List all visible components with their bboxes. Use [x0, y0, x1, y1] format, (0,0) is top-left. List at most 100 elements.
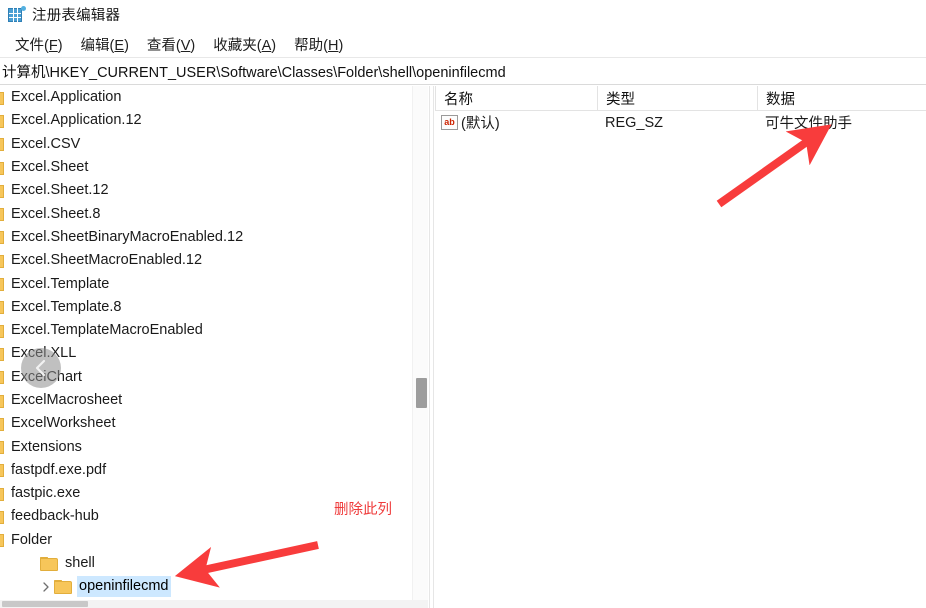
menu-item-edit[interactable]: 编辑(E)	[72, 32, 138, 57]
column-header-data[interactable]: 数据	[757, 86, 926, 110]
folder-icon	[0, 533, 4, 548]
address-path: 计算机\HKEY_CURRENT_USER\Software\Classes\F…	[2, 64, 506, 81]
values-list-header: 名称 类型 数据	[435, 86, 926, 111]
tree-item-label: Excel.SheetBinaryMacroEnabled.12	[11, 228, 244, 245]
folder-icon	[0, 324, 4, 338]
tree-item-label: ExcelWorksheet	[11, 415, 116, 432]
tree-item-label: openinfilecmd	[77, 576, 172, 598]
tree-horizontal-scrollbar-thumb[interactable]	[2, 601, 88, 607]
folder-icon	[0, 510, 4, 524]
folder-icon	[0, 440, 4, 455]
tree-item-label: Excel.Application	[11, 89, 122, 106]
tree-item-excel-csv[interactable]: Excel.CSV	[0, 133, 412, 156]
tree-item-label: Folder	[11, 531, 53, 548]
menu-item-favorites-label: 收藏夹	[213, 37, 257, 54]
menu-item-favorites[interactable]: 收藏夹(A)	[204, 32, 285, 57]
tree-item-excelworksheet[interactable]: ExcelWorksheet	[0, 412, 412, 435]
tree-item-label: Excel.Sheet.12	[11, 182, 109, 199]
tree-item-label: feedback-hub	[11, 508, 99, 525]
tree-item-excel-sheetmacroenabled-12[interactable]: Excel.SheetMacroEnabled.12	[0, 249, 412, 272]
back-chevron-icon	[21, 348, 61, 388]
menu-item-help[interactable]: 帮助(H)	[285, 32, 352, 57]
tree-item-label: ExcelMacrosheet	[11, 392, 123, 408]
folder-icon	[0, 347, 4, 361]
value-name-cell: ab (默认)	[435, 112, 597, 133]
tree-item-label: Excel.SheetMacroEnabled.12	[11, 252, 203, 269]
folder-icon	[0, 137, 4, 152]
tree-item-label: Excel.Sheet	[11, 159, 89, 176]
tree-item-fastpic-exe[interactable]: fastpic.exe	[0, 482, 412, 505]
tree-item-excel-sheet[interactable]: Excel.Sheet	[0, 156, 412, 179]
folder-icon	[0, 394, 4, 408]
folder-icon	[54, 579, 72, 594]
folder-icon	[0, 277, 4, 292]
tree-item-label: Excel.CSV	[11, 135, 81, 152]
table-row[interactable]: ab (默认) REG_SZ 可牛文件助手	[435, 111, 926, 134]
folder-icon	[0, 487, 4, 501]
tree-item-excel-application[interactable]: Excel.Application	[0, 86, 412, 109]
menu-item-edit-label: 编辑	[80, 37, 110, 54]
tree-item-excel-sheet-12[interactable]: Excel.Sheet.12	[0, 179, 412, 202]
tree-item-extensions[interactable]: Extensions	[0, 435, 412, 458]
address-bar[interactable]: 计算机\HKEY_CURRENT_USER\Software\Classes\F…	[0, 58, 926, 85]
tree-item-exceichart[interactable]: ExceiChart	[0, 366, 412, 389]
value-name-text: (默认)	[461, 116, 500, 132]
tree-item-label: fastpic.exe	[11, 485, 81, 502]
tree-item-excelmacrosheet[interactable]: ExcelMacrosheet	[0, 389, 412, 412]
tree-item-label: Excel.TemplateMacroEnabled	[11, 322, 203, 339]
registry-editor-window: 注册表编辑器 文件(F) 编辑(E) 查看(V) 收藏夹(A) 帮助(H) 计算…	[0, 0, 926, 608]
tree-item-label: Excel.Application.12	[11, 112, 142, 129]
column-header-name[interactable]: 名称	[435, 86, 597, 110]
folder-icon	[0, 184, 4, 198]
chevron-right-icon[interactable]	[38, 579, 54, 595]
folder-icon	[0, 300, 4, 315]
folder-icon	[0, 161, 4, 175]
folder-icon	[0, 91, 4, 105]
menu-item-file-accel: F	[48, 37, 58, 54]
menu-item-edit-accel: E	[114, 37, 125, 54]
tree-item-excel-sheetbinarymacroenabled-12[interactable]: Excel.SheetBinaryMacroEnabled.12	[0, 226, 412, 249]
menu-item-view[interactable]: 查看(V)	[138, 32, 204, 57]
tree-item-openinfilecmd[interactable]: openinfilecmd	[0, 575, 412, 598]
menu-item-view-accel: V	[180, 37, 191, 54]
menu-item-help-label: 帮助	[294, 37, 324, 54]
tree-item-excel-xll[interactable]: Excel.XLL	[0, 342, 412, 365]
menu-item-view-label: 查看	[146, 37, 176, 54]
tree-item-feedback-hub[interactable]: feedback-hub	[0, 505, 412, 528]
tree-vertical-scrollbar-thumb[interactable]	[416, 378, 427, 408]
pane-splitter[interactable]	[429, 86, 434, 608]
folder-icon	[0, 230, 4, 245]
tree-item-label: Excel.Template	[11, 275, 110, 292]
tree-horizontal-scrollbar[interactable]	[0, 600, 428, 608]
tree-item-excel-sheet-8[interactable]: Excel.Sheet.8	[0, 202, 412, 225]
tree-item-excel-template-8[interactable]: Excel.Template.8	[0, 296, 412, 319]
menu-item-file[interactable]: 文件(F)	[6, 32, 72, 57]
string-value-icon: ab	[441, 115, 458, 130]
tree-item-label: Excel.Template.8	[11, 298, 122, 315]
tree-item-label: Excel.Sheet.8	[11, 205, 101, 222]
value-type-cell: REG_SZ	[605, 114, 664, 131]
registry-key-tree: Excel.Application Excel.Application.12 Exc…	[0, 86, 412, 608]
tree-item-shell[interactable]: shell	[0, 552, 412, 575]
tree-item-excel-application-12[interactable]: Excel.Application.12	[0, 109, 412, 132]
tree-item-label: shell	[65, 555, 95, 572]
folder-icon	[0, 370, 4, 385]
title-bar: 注册表编辑器	[0, 0, 926, 28]
folder-icon	[0, 254, 4, 268]
tree-item-folder[interactable]: Folder	[0, 529, 412, 552]
tree-vertical-scrollbar[interactable]	[412, 86, 428, 608]
tree-item-excel-template[interactable]: Excel.Template	[0, 272, 412, 295]
menu-bar: 文件(F) 编辑(E) 查看(V) 收藏夹(A) 帮助(H)	[0, 30, 926, 58]
tree-item-label: fastpdf.exe.pdf	[11, 461, 107, 478]
registry-key-tree-pane: Excel.Application Excel.Application.12 Exc…	[0, 86, 428, 608]
value-data-cell: 可牛文件助手	[765, 116, 852, 132]
folder-icon	[0, 114, 4, 128]
tree-item-fastpdf-exe-pdf[interactable]: fastpdf.exe.pdf	[0, 459, 412, 482]
tree-item-excel-templatemacroenabled[interactable]: Excel.TemplateMacroEnabled	[0, 319, 412, 342]
column-header-type[interactable]: 类型	[597, 86, 757, 110]
tree-item-label: Extensions	[11, 438, 82, 455]
menu-item-file-label: 文件	[15, 37, 44, 54]
folder-icon	[0, 207, 4, 222]
folder-icon	[0, 417, 4, 431]
folder-icon	[40, 556, 58, 571]
